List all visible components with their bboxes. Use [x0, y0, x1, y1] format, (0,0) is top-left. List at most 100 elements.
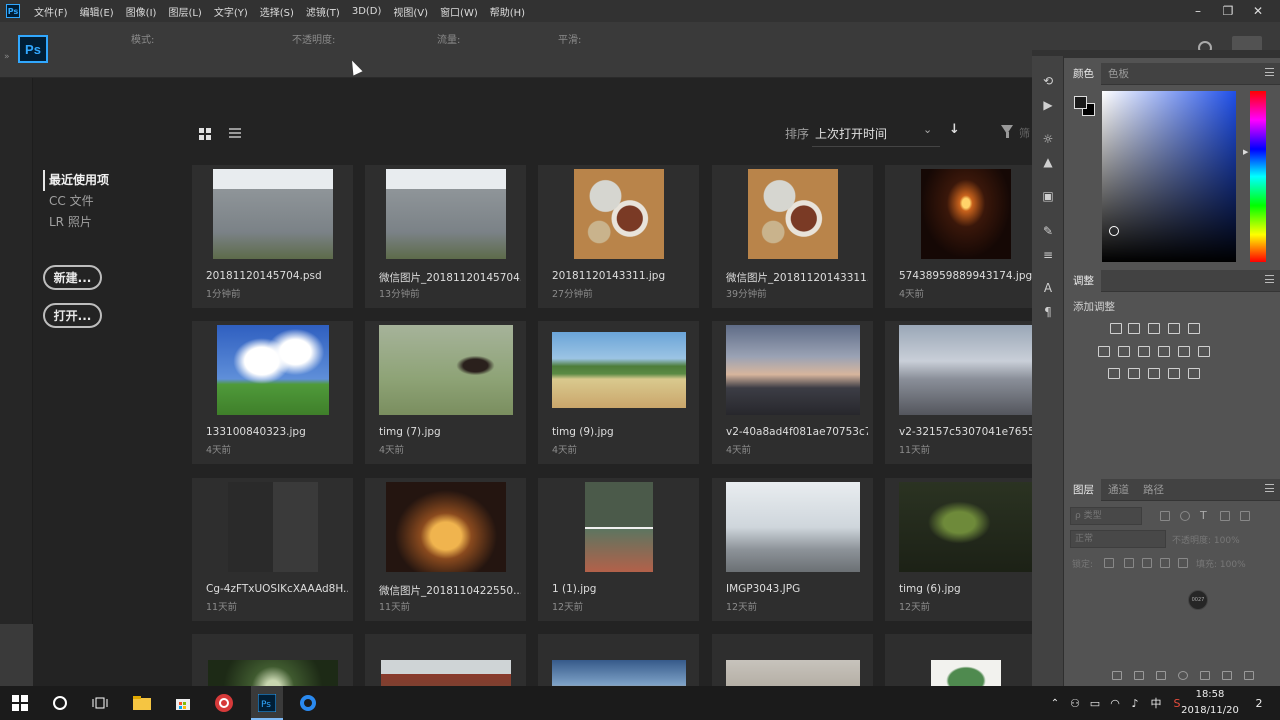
- tab-channels[interactable]: 通道: [1101, 479, 1136, 501]
- curves-icon[interactable]: [1148, 323, 1160, 334]
- histogram-icon[interactable]: ▲: [1041, 155, 1055, 169]
- color-cursor[interactable]: [1109, 226, 1119, 236]
- file-card[interactable]: timg (6).jpg 12天前: [885, 478, 1046, 621]
- panel-menu-icon[interactable]: [1265, 484, 1274, 492]
- lock-pixels-icon[interactable]: [1104, 558, 1114, 568]
- file-card[interactable]: 微信图片_20181120143311... 39分钟前: [712, 165, 873, 308]
- open-button[interactable]: 打开...: [43, 303, 102, 328]
- levels-icon[interactable]: [1128, 323, 1140, 334]
- tab-adjustments[interactable]: 调整: [1066, 269, 1101, 292]
- menu-select[interactable]: 选择(S): [260, 4, 294, 19]
- gradient-map-icon[interactable]: [1168, 368, 1180, 379]
- tab-swatches[interactable]: 色板: [1101, 63, 1136, 85]
- brightness-icon[interactable]: [1110, 323, 1122, 334]
- lock-all-icon[interactable]: [1178, 558, 1188, 568]
- triangle-icon[interactable]: [1188, 323, 1200, 334]
- nav-lr-photos[interactable]: LR 照片: [43, 212, 109, 233]
- chevron-down-icon[interactable]: ⌄: [923, 123, 932, 136]
- brush-settings-icon[interactable]: ≡: [1041, 248, 1055, 262]
- file-explorer-icon[interactable]: [131, 692, 153, 714]
- volume-icon[interactable]: ♪: [1124, 692, 1146, 714]
- minimize-icon[interactable]: –: [1182, 0, 1214, 22]
- lock-artboard-icon[interactable]: [1160, 558, 1170, 568]
- hue-marker-icon[interactable]: ▶: [1243, 148, 1248, 156]
- expand-arrows-icon[interactable]: »: [4, 52, 10, 62]
- posterize-icon[interactable]: [1128, 368, 1140, 379]
- netease-music-icon[interactable]: [213, 692, 235, 714]
- file-card[interactable]: 微信图片_20181120145704... 13分钟前: [365, 165, 526, 308]
- play-actions-icon[interactable]: ▶: [1041, 98, 1055, 112]
- filter-shape-icon[interactable]: [1220, 511, 1230, 521]
- libraries-icon[interactable]: ▣: [1041, 189, 1055, 203]
- blend-mode-select[interactable]: 正常: [1070, 530, 1166, 548]
- nav-cc-files[interactable]: CC 文件: [43, 191, 109, 212]
- file-card[interactable]: [885, 634, 1046, 686]
- new-group-icon[interactable]: [1200, 671, 1210, 680]
- hue-slider[interactable]: [1250, 91, 1266, 262]
- color-balance-icon[interactable]: [1138, 346, 1150, 357]
- invert-icon[interactable]: [1108, 368, 1120, 379]
- windows-start-icon[interactable]: [9, 692, 31, 714]
- layer-kind-filter[interactable]: ρ 类型: [1070, 507, 1142, 525]
- file-card[interactable]: [712, 634, 873, 686]
- add-mask-icon[interactable]: [1156, 671, 1166, 680]
- fx-icon[interactable]: [1134, 671, 1144, 680]
- file-card[interactable]: 20181120143311.jpg 27分钟前: [538, 165, 699, 308]
- delete-layer-icon[interactable]: [1244, 671, 1254, 680]
- exposure-icon[interactable]: [1168, 323, 1180, 334]
- restore-icon[interactable]: ❐: [1212, 0, 1244, 22]
- task-view-icon[interactable]: [89, 692, 111, 714]
- color-picker-field[interactable]: [1102, 91, 1236, 262]
- menu-help[interactable]: 帮助(H): [490, 4, 525, 19]
- new-button[interactable]: 新建...: [43, 265, 102, 290]
- lock-move-icon[interactable]: [1142, 558, 1152, 568]
- file-card[interactable]: timg (7).jpg 4天前: [365, 321, 526, 464]
- tray-expand-icon[interactable]: ⌃: [1044, 692, 1066, 714]
- filter-adjust-icon[interactable]: [1180, 511, 1190, 521]
- notification-icon[interactable]: 2: [1248, 692, 1270, 714]
- menu-type[interactable]: 文字(Y): [214, 4, 248, 19]
- file-card[interactable]: timg (9).jpg 4天前: [538, 321, 699, 464]
- menu-file[interactable]: 文件(F): [34, 4, 68, 19]
- layer-opacity-field[interactable]: 不透明度: 100%: [1172, 533, 1240, 546]
- panel-menu-icon[interactable]: [1265, 275, 1274, 283]
- wifi-icon[interactable]: ◠: [1104, 692, 1126, 714]
- file-card[interactable]: 1 (1).jpg 12天前: [538, 478, 699, 621]
- clock-time[interactable]: 18:58: [1188, 689, 1232, 700]
- nav-recent[interactable]: 最近使用项: [43, 170, 109, 191]
- menu-window[interactable]: 窗口(W): [440, 4, 478, 19]
- tab-paths[interactable]: 路径: [1136, 479, 1171, 501]
- new-layer-icon[interactable]: [1222, 671, 1232, 680]
- new-adjustment-icon[interactable]: [1178, 671, 1188, 680]
- grid-view-icon[interactable]: [199, 128, 211, 140]
- file-card[interactable]: 20181120145704.psd 1分钟前: [192, 165, 353, 308]
- file-card[interactable]: [192, 634, 353, 686]
- photoshop-home-logo[interactable]: Ps: [18, 35, 48, 63]
- file-card[interactable]: v2-32157c5307041e7655f91... 11天前: [885, 321, 1046, 464]
- menu-edit[interactable]: 编辑(E): [80, 4, 114, 19]
- tab-layers[interactable]: 图层: [1066, 478, 1101, 501]
- brush-icon[interactable]: ✎: [1041, 224, 1055, 238]
- photoshop-taskbar-icon[interactable]: Ps: [256, 692, 278, 714]
- sort-select[interactable]: 上次打开时间: [815, 125, 887, 142]
- paragraph-icon[interactable]: ¶: [1041, 305, 1055, 319]
- menu-view[interactable]: 视图(V): [393, 4, 428, 19]
- close-icon[interactable]: ✕: [1242, 0, 1274, 22]
- foreground-color-swatch[interactable]: [1074, 96, 1087, 109]
- file-card[interactable]: 57438959889943174.jpg 4天前: [885, 165, 1046, 308]
- panel-menu-icon[interactable]: [1265, 68, 1274, 76]
- history-icon[interactable]: ⟲: [1041, 74, 1055, 88]
- filter-smart-icon[interactable]: [1240, 511, 1250, 521]
- browser-icon[interactable]: [297, 692, 319, 714]
- store-icon[interactable]: [172, 692, 194, 714]
- photo-filter-icon[interactable]: [1178, 346, 1190, 357]
- menu-3d[interactable]: 3D(D): [352, 6, 382, 17]
- link-layers-icon[interactable]: [1112, 671, 1122, 680]
- adjust-sun-icon[interactable]: ☼: [1041, 132, 1055, 146]
- clock-date[interactable]: 2018/11/20: [1178, 705, 1242, 716]
- cortana-search-icon[interactable]: [49, 692, 71, 714]
- vibrance-icon[interactable]: [1098, 346, 1110, 357]
- file-card[interactable]: IMGP3043.JPG 12天前: [712, 478, 873, 621]
- file-card[interactable]: 微信图片_2018110422550... 11天前: [365, 478, 526, 621]
- list-view-icon[interactable]: [229, 128, 241, 140]
